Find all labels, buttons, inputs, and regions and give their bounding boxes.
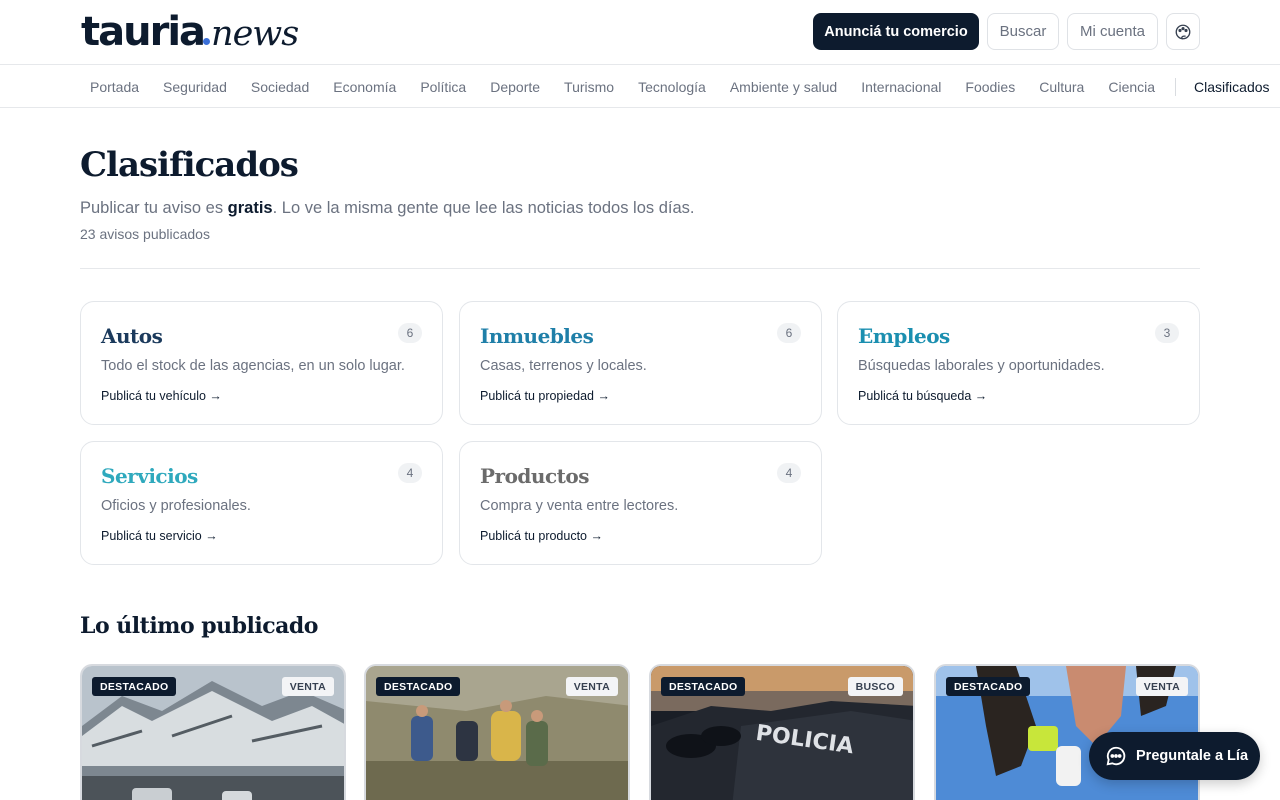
site-header: tauria news Anunciá tu comercio Buscar Mi… xyxy=(0,0,1280,65)
listing-type-tag: VENTA xyxy=(281,677,334,696)
subtitle-pre: Publicar tu aviso es xyxy=(80,199,228,217)
category-card-inmuebles[interactable]: Inmuebles 6 Casas, terrenos y locales. P… xyxy=(459,301,822,425)
category-count-badge: 6 xyxy=(398,323,422,343)
category-count-badge: 4 xyxy=(398,463,422,483)
listing-card[interactable]: DESTACADO VENTA xyxy=(364,664,630,800)
nav-item-tecnología[interactable]: Tecnología xyxy=(638,79,706,95)
category-cta-link[interactable]: Publicá tu vehículo → xyxy=(101,389,222,403)
subtitle-post: . Lo ve la misma gente que lee las notic… xyxy=(272,199,695,217)
category-title: Inmuebles xyxy=(480,324,594,348)
logo-suffix-text: news xyxy=(211,14,299,54)
category-title: Empleos xyxy=(858,324,950,348)
subtitle-bold: gratis xyxy=(227,199,273,217)
listing-card[interactable]: DESTACADO VENTA xyxy=(80,664,346,800)
nav-item-ciencia[interactable]: Ciencia xyxy=(1108,79,1155,95)
divider xyxy=(80,268,1200,269)
listing-count: 23 avisos publicados xyxy=(80,226,210,242)
category-card-servicios[interactable]: Servicios 4 Oficios y profesionales. Pub… xyxy=(80,441,443,565)
nav-item-clasificados[interactable]: Clasificados xyxy=(1194,79,1269,95)
logo-main-text: tauria xyxy=(81,9,206,55)
category-card-autos[interactable]: Autos 6 Todo el stock de las agencias, e… xyxy=(80,301,443,425)
category-description: Búsquedas laborales y oportunidades. xyxy=(858,358,1105,374)
category-card-productos[interactable]: Productos 4 Compra y venta entre lectore… xyxy=(459,441,822,565)
search-button[interactable]: Buscar xyxy=(987,13,1059,50)
logo-dot xyxy=(203,38,211,45)
nav-separator xyxy=(1175,77,1177,96)
section-nav-list: Portada Seguridad Sociedad Economía Política… xyxy=(90,65,1280,107)
section-nav: Portada Seguridad Sociedad Economía Política… xyxy=(0,65,1280,108)
chat-bubble-icon xyxy=(1106,746,1126,766)
category-cta-link[interactable]: Publicá tu propiedad → xyxy=(480,389,610,403)
category-title: Productos xyxy=(480,464,589,488)
nav-item-política[interactable]: Política xyxy=(420,79,466,95)
category-cta-link[interactable]: Publicá tu búsqueda → xyxy=(858,389,987,403)
nav-item-seguridad[interactable]: Seguridad xyxy=(163,79,227,95)
chat-assistant-button[interactable]: Preguntale a Lía xyxy=(1089,732,1260,780)
palette-icon xyxy=(1175,24,1191,39)
nav-item-internacional[interactable]: Internacional xyxy=(861,79,941,95)
theme-button[interactable] xyxy=(1166,13,1200,50)
category-title: Autos xyxy=(101,324,163,348)
nav-item-deporte[interactable]: Deporte xyxy=(490,79,540,95)
page-title: Clasificados xyxy=(80,145,299,185)
nav-item-portada[interactable]: Portada xyxy=(90,79,139,95)
category-title: Servicios xyxy=(101,464,198,488)
category-cta-link[interactable]: Publicá tu producto → xyxy=(480,529,603,543)
nav-item-cultura[interactable]: Cultura xyxy=(1039,79,1084,95)
category-description: Casas, terrenos y locales. xyxy=(480,358,647,374)
listing-type-tag: VENTA xyxy=(1135,677,1188,696)
page-subtitle: Publicar tu aviso es gratis. Lo ve la mi… xyxy=(80,199,695,218)
listing-type-tag: BUSCO xyxy=(847,677,903,696)
nav-item-sociedad[interactable]: Sociedad xyxy=(251,79,309,95)
account-button[interactable]: Mi cuenta xyxy=(1067,13,1158,50)
advertise-button[interactable]: Anunciá tu comercio xyxy=(813,13,979,50)
listing-card[interactable]: POLICIA DESTACADO BUSCO xyxy=(649,664,915,800)
category-count-badge: 6 xyxy=(777,323,801,343)
category-count-badge: 4 xyxy=(777,463,801,483)
featured-tag: DESTACADO xyxy=(946,677,1031,696)
category-description: Compra y venta entre lectores. xyxy=(480,498,679,514)
category-description: Oficios y profesionales. xyxy=(101,498,251,514)
nav-item-foodies[interactable]: Foodies xyxy=(965,79,1015,95)
chat-label: Preguntale a Lía xyxy=(1136,748,1249,764)
featured-tag: DESTACADO xyxy=(376,677,461,696)
latest-section-title: Lo último publicado xyxy=(80,613,318,639)
listing-type-tag: VENTA xyxy=(565,677,618,696)
featured-tag: DESTACADO xyxy=(661,677,746,696)
nav-item-economía[interactable]: Economía xyxy=(333,79,396,95)
nav-item-turismo[interactable]: Turismo xyxy=(564,79,614,95)
featured-tag: DESTACADO xyxy=(92,677,177,696)
site-logo[interactable]: tauria news xyxy=(81,9,299,55)
category-card-empleos[interactable]: Empleos 3 Búsquedas laborales y oportuni… xyxy=(837,301,1200,425)
nav-item-ambiente-y-salud[interactable]: Ambiente y salud xyxy=(730,79,837,95)
category-description: Todo el stock de las agencias, en un sol… xyxy=(101,358,405,374)
category-cta-link[interactable]: Publicá tu servicio → xyxy=(101,529,218,543)
category-count-badge: 3 xyxy=(1155,323,1179,343)
